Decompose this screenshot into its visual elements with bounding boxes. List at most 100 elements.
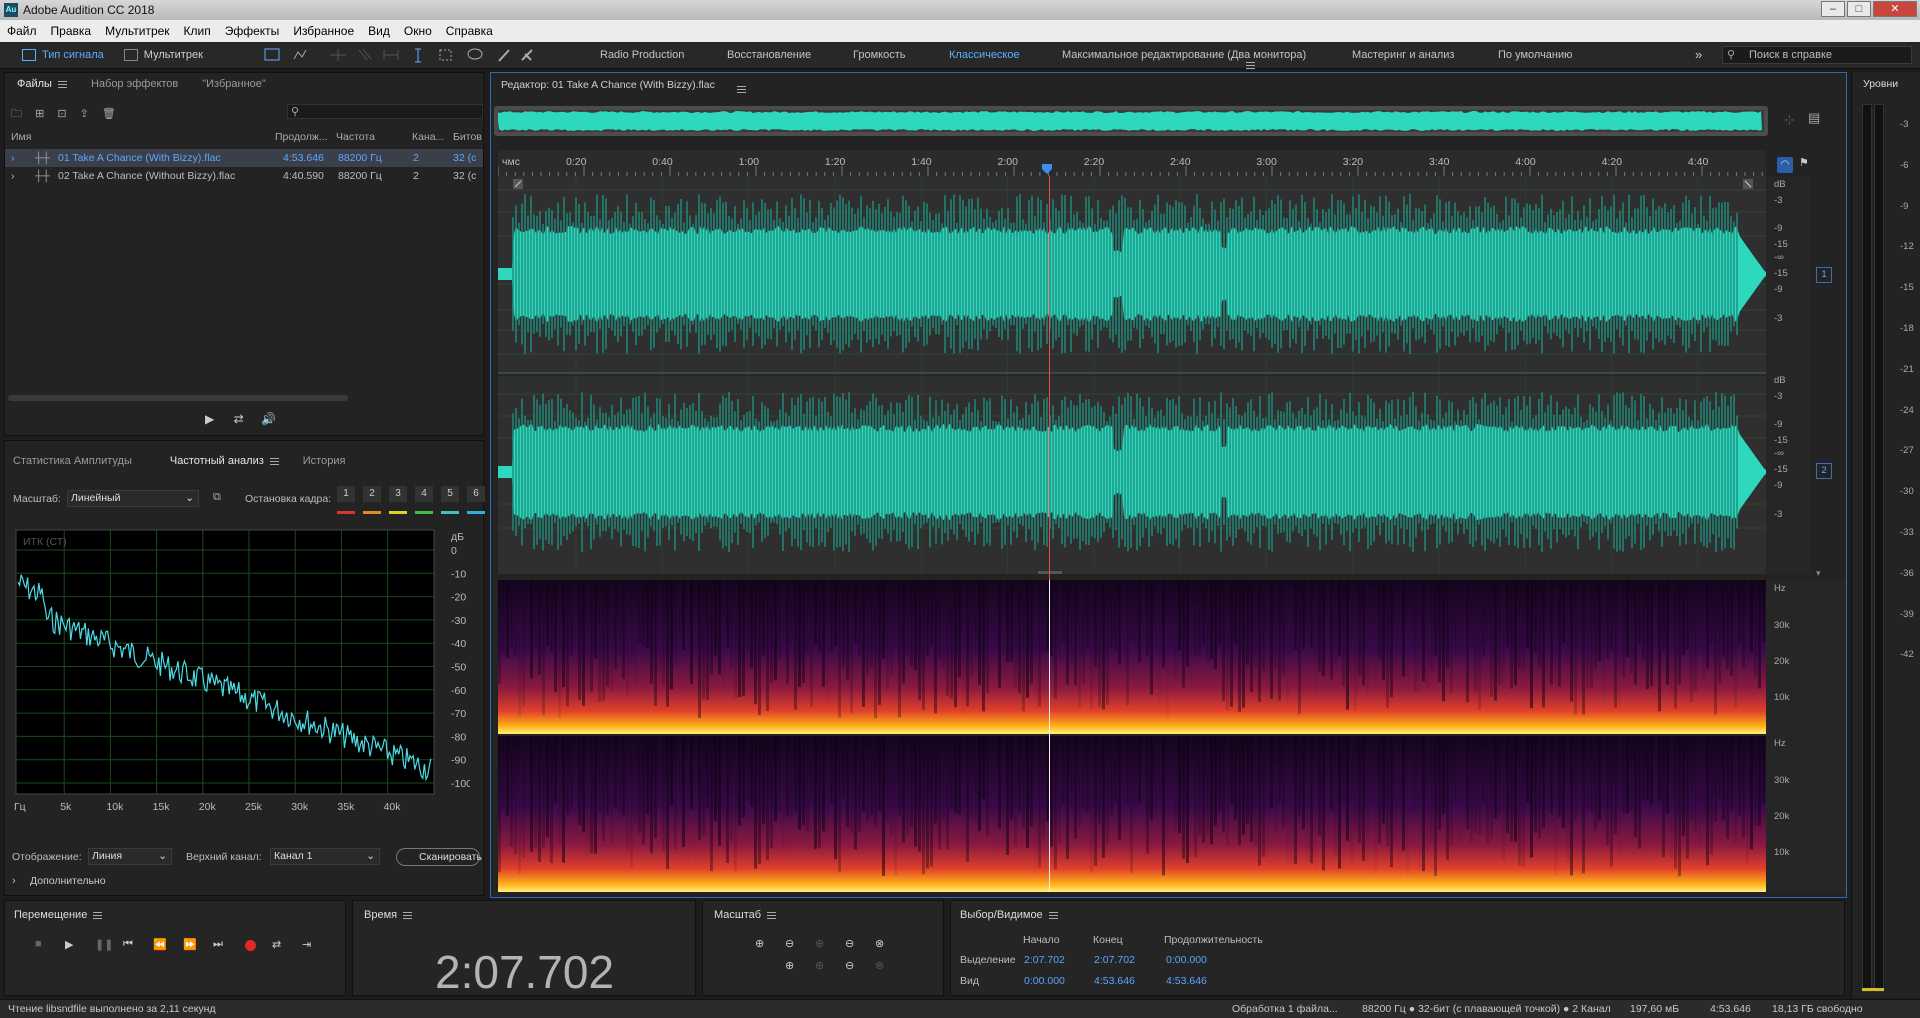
delete-icon[interactable]: 🗑 [102, 108, 116, 120]
autoplay-icon[interactable]: 🔊 [261, 412, 276, 426]
zoom-in-time-icon[interactable]: ⊕ [815, 937, 824, 950]
view-end-field[interactable]: 4:53.646 [1094, 975, 1135, 987]
loop-icon[interactable]: ⇄ [234, 412, 244, 426]
panel-menu-icon[interactable] [737, 85, 746, 93]
menu-favorites[interactable]: Избранное [286, 24, 361, 38]
panel-menu-icon[interactable] [93, 911, 103, 919]
column-duration[interactable]: Продолж... [275, 131, 328, 143]
column-name[interactable]: Имя [11, 131, 31, 143]
selection-start-field[interactable]: 2:07.702 [1024, 954, 1065, 966]
overview-navigator[interactable] [494, 106, 1768, 136]
current-time-display[interactable]: 2:07.702 [435, 945, 614, 999]
panel-menu-icon[interactable] [269, 457, 279, 465]
zoom-selection-icon[interactable]: ⊕ [785, 959, 794, 972]
scale-select[interactable]: Линейный ⌄ [67, 490, 199, 507]
stop-icon[interactable]: ■ [35, 938, 42, 950]
channel-1-toggle[interactable]: 1 [1816, 267, 1832, 283]
zoom-right-icon[interactable]: ⊖ [845, 959, 854, 972]
tab-files[interactable]: Файлы [5, 78, 79, 90]
tab-amplitude-stats[interactable]: Статистика Амплитуды [5, 455, 144, 467]
panel-menu-icon[interactable] [1048, 911, 1058, 919]
rewind-icon[interactable]: ⏪ [153, 938, 167, 951]
advanced-toggle[interactable]: Дополнительно [30, 875, 106, 887]
menu-help[interactable]: Справка [439, 24, 500, 38]
minimize-button[interactable]: – [1821, 1, 1845, 17]
expand-icon[interactable]: › [11, 152, 15, 164]
file-row[interactable]: › ┼┼ 01 Take A Chance (With Bizzy).flac … [5, 149, 483, 167]
tab-frequency-analysis[interactable]: Частотный анализ [144, 455, 291, 467]
freeze-button-3[interactable]: 3 [389, 486, 407, 502]
menu-clip[interactable]: Клип [177, 24, 218, 38]
zoom-out-time-icon[interactable]: ⊖ [845, 937, 854, 950]
channel-select[interactable]: Канал 1 ⌄ [270, 848, 380, 865]
menu-view[interactable]: Вид [361, 24, 397, 38]
files-scrollbar[interactable] [8, 395, 348, 401]
open-file-icon[interactable]: 🗀 [11, 108, 22, 120]
fast-forward-icon[interactable]: ⏩ [183, 938, 197, 951]
chevron-down-icon[interactable]: ▾ [1816, 568, 1821, 579]
help-search-input[interactable]: ⚲ Поиск в справке [1722, 46, 1912, 64]
zoom-in-amplitude-icon[interactable]: ⊕ [755, 937, 764, 950]
spectral-display[interactable] [498, 580, 1766, 892]
panel-options-icon[interactable]: ▤ [1808, 110, 1820, 126]
display-select[interactable]: Линия ⌄ [88, 848, 172, 865]
snapshot-icon[interactable]: ⧉ [213, 491, 221, 504]
workspace-menu-icon[interactable] [1245, 61, 1255, 69]
go-to-end-icon[interactable]: ⏭ [213, 938, 223, 951]
menu-effects[interactable]: Эффекты [218, 24, 287, 38]
channel-2-toggle[interactable]: 2 [1816, 463, 1832, 479]
expand-icon[interactable]: › [11, 170, 15, 182]
waveform-display[interactable] [498, 176, 1766, 574]
import-icon[interactable]: ⊞ [35, 108, 44, 120]
view-start-field[interactable]: 0:00.000 [1024, 975, 1065, 987]
selection-duration-field[interactable]: 0:00.000 [1166, 954, 1207, 966]
playhead-marker-icon[interactable] [1041, 163, 1053, 175]
column-channels[interactable]: Кана... [412, 131, 444, 143]
workspace-restoration[interactable]: Восстановление [727, 49, 811, 61]
insert-icon[interactable]: ⇪ [80, 108, 89, 120]
play-icon[interactable]: ▶ [205, 412, 214, 426]
workspace-loudness[interactable]: Громкость [853, 49, 905, 61]
freeze-button-4[interactable]: 4 [415, 486, 433, 502]
tab-history[interactable]: История [291, 455, 358, 467]
waveform-view-button[interactable]: Тип сигнала [12, 49, 114, 61]
pause-icon[interactable]: ❚❚ [95, 938, 113, 951]
freeze-button-6[interactable]: 6 [467, 486, 485, 502]
freeze-button-5[interactable]: 5 [441, 486, 459, 502]
skip-icon[interactable]: ⇥ [302, 938, 311, 951]
close-button[interactable]: ✕ [1873, 1, 1917, 17]
scan-button[interactable]: Сканировать [396, 848, 482, 866]
view-duration-field[interactable]: 4:53.646 [1166, 975, 1207, 987]
tab-effect-presets[interactable]: Набор эффектов [79, 78, 190, 90]
column-bits[interactable]: Битов [453, 131, 482, 143]
expand-icon[interactable]: › [12, 875, 16, 887]
more-workspaces-icon[interactable]: » [1695, 47, 1702, 62]
zoom-reset-icon[interactable]: ⊗ [875, 959, 884, 972]
workspace-mastering[interactable]: Мастеринг и анализ [1352, 49, 1454, 61]
files-search-input[interactable]: ⚲ [287, 104, 483, 119]
column-rate[interactable]: Частота [336, 131, 375, 143]
zoom-left-icon[interactable]: ⊕ [815, 959, 824, 972]
loop-icon[interactable]: ⇄ [272, 938, 281, 951]
panel-menu-icon[interactable] [767, 911, 777, 919]
menu-file[interactable]: Файл [0, 24, 44, 38]
headphone-icon[interactable]: ◠ [1777, 157, 1793, 173]
new-file-icon[interactable]: ⊡ [57, 108, 66, 120]
play-icon[interactable]: ▶ [65, 938, 73, 951]
freeze-button-1[interactable]: 1 [337, 486, 355, 502]
go-to-start-icon[interactable]: ⏮ [123, 938, 133, 951]
selection-end-field[interactable]: 2:07.702 [1094, 954, 1135, 966]
pin-icon[interactable]: ⚑ [1799, 156, 1809, 169]
menu-window[interactable]: Окно [397, 24, 439, 38]
file-row[interactable]: › ┼┼ 02 Take A Chance (Without Bizzy).fl… [5, 167, 483, 185]
zoom-tool-icon[interactable]: ⊹ [1784, 112, 1795, 128]
maximize-button[interactable]: □ [1847, 1, 1871, 17]
multitrack-view-button[interactable]: Мультитрек [114, 49, 213, 61]
zoom-out-amplitude-icon[interactable]: ⊖ [785, 937, 794, 950]
workspace-default[interactable]: По умолчанию [1498, 49, 1572, 61]
workspace-radio-production[interactable]: Radio Production [600, 49, 684, 61]
menu-edit[interactable]: Правка [44, 24, 99, 38]
workspace-max-editing[interactable]: Максимальное редактирование (Два монитор… [1062, 49, 1306, 61]
zoom-full-icon[interactable]: ⊗ [875, 937, 884, 950]
panel-menu-icon[interactable] [57, 80, 67, 88]
